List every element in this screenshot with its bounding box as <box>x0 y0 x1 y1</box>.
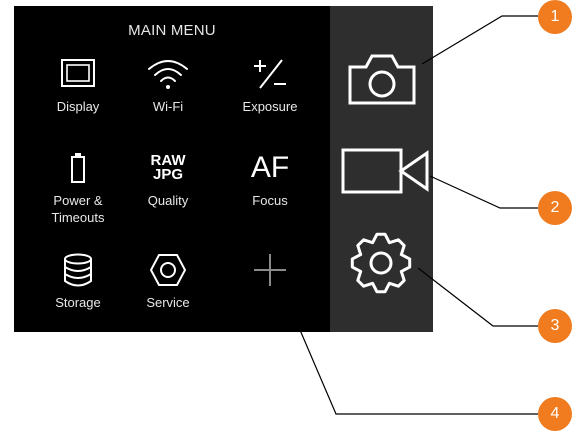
callout-badge-4: 4 <box>538 397 572 431</box>
callout-line-2 <box>429 175 538 209</box>
callout-badge-1: 1 <box>538 0 572 34</box>
callout-line-4 <box>281 287 538 415</box>
callout-badge-2: 2 <box>538 191 572 225</box>
callout-line-3 <box>417 267 538 327</box>
callout-badge-3: 3 <box>538 309 572 343</box>
callout-lines <box>281 15 538 415</box>
callout-line-1 <box>421 15 538 65</box>
